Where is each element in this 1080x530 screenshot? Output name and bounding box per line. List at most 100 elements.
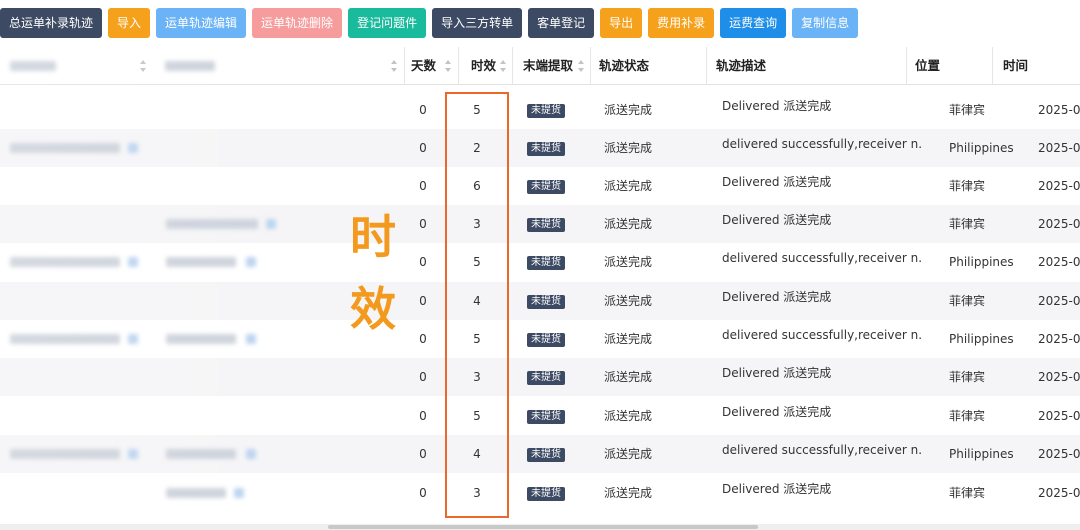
table-row[interactable]: 0 3 未提货 派送完成 Delivered 派送完成 菲律宾 2025-07 bbox=[0, 474, 1080, 512]
limit-cell: 2 bbox=[473, 141, 481, 155]
register-issue-button[interactable]: 登记问题件 bbox=[348, 8, 427, 38]
edit-track-button[interactable]: 运单轨迹编辑 bbox=[156, 8, 247, 38]
status-badge: 未提货 bbox=[527, 447, 565, 462]
time-cell: 2025-07 bbox=[1038, 141, 1080, 155]
days-cell: 0 bbox=[419, 179, 427, 193]
column-header-last-mile-label: 末端提取 bbox=[523, 58, 574, 73]
table-row[interactable]: 0 3 未提货 派送完成 Delivered 派送完成 菲律宾 2025-07 bbox=[0, 205, 1080, 243]
status-badge: 未提货 bbox=[527, 103, 565, 118]
last-mile-cell: 未提货 bbox=[527, 435, 565, 473]
annotation-char-1: 时 bbox=[350, 210, 396, 264]
copy-info-button[interactable]: 复制信息 bbox=[792, 8, 859, 38]
status-cell: 派送完成 bbox=[604, 217, 653, 231]
table-row[interactable]: 0 5 未提货 派送完成 Delivered 派送完成 菲律宾 2025-07 bbox=[0, 397, 1080, 435]
blurred-waybill bbox=[10, 143, 120, 153]
import-button[interactable]: 导入 bbox=[108, 8, 151, 38]
location-cell: 菲律宾 bbox=[949, 409, 986, 423]
last-mile-cell: 未提货 bbox=[527, 282, 565, 320]
sort-icon[interactable] bbox=[578, 60, 584, 72]
time-cell: 2025-07 bbox=[1038, 332, 1080, 346]
horizontal-scrollbar[interactable] bbox=[0, 524, 1080, 530]
blurred-reference-edge bbox=[246, 449, 256, 459]
import-third-party-button[interactable]: 导入三方转单 bbox=[432, 8, 523, 38]
days-cell: 0 bbox=[419, 103, 427, 117]
sort-icon[interactable] bbox=[500, 60, 506, 72]
status-badge: 未提货 bbox=[527, 332, 565, 347]
status-cell: 派送完成 bbox=[604, 255, 653, 269]
column-header-location-label: 位置 bbox=[915, 58, 941, 73]
column-header-description: 轨迹描述 bbox=[706, 47, 906, 85]
blurred-header-reference bbox=[165, 61, 215, 71]
days-cell: 0 bbox=[419, 294, 427, 308]
status-badge: 未提货 bbox=[527, 294, 565, 309]
time-cell: 2025-07 bbox=[1038, 486, 1080, 500]
blurred-reference bbox=[166, 219, 258, 229]
limit-cell: 5 bbox=[473, 409, 481, 423]
sort-icon[interactable] bbox=[445, 60, 451, 72]
status-badge: 未提货 bbox=[527, 217, 565, 232]
days-cell: 0 bbox=[419, 332, 427, 346]
toolbar: 总运单补录轨迹 导入 运单轨迹编辑 运单轨迹删除 登记问题件 导入三方转单 客单… bbox=[0, 8, 859, 38]
time-cell: 2025-08 bbox=[1038, 255, 1080, 269]
column-header-days-label: 天数 bbox=[411, 58, 437, 73]
sort-icon[interactable] bbox=[391, 60, 397, 72]
column-header-status: 轨迹状态 bbox=[590, 47, 706, 85]
customer-register-button[interactable]: 客单登记 bbox=[528, 8, 595, 38]
description-cell: delivered successfully,receiver n... bbox=[722, 251, 922, 265]
location-cell: Philippines bbox=[949, 332, 1014, 346]
waybill-track-supplement-button[interactable]: 总运单补录轨迹 bbox=[0, 8, 103, 38]
export-button[interactable]: 导出 bbox=[600, 8, 643, 38]
location-cell: 菲律宾 bbox=[949, 370, 986, 384]
status-badge: 未提货 bbox=[527, 255, 565, 270]
sort-icon[interactable] bbox=[140, 60, 146, 72]
table-row[interactable]: 0 4 未提货 派送完成 Delivered 派送完成 菲律宾 2025-07 bbox=[0, 282, 1080, 320]
blurred-waybill-edge bbox=[128, 143, 138, 153]
last-mile-cell: 未提货 bbox=[527, 167, 565, 205]
table-row[interactable]: 0 5 未提货 派送完成 delivered successfully,rece… bbox=[0, 320, 1080, 358]
status-badge: 未提货 bbox=[527, 370, 565, 385]
days-cell: 0 bbox=[419, 409, 427, 423]
blurred-waybill bbox=[10, 334, 120, 344]
fee-supplement-button[interactable]: 费用补录 bbox=[648, 8, 715, 38]
location-cell: Philippines bbox=[949, 255, 1014, 269]
time-cell: 2025-07 bbox=[1038, 447, 1080, 461]
blurred-header-waybill bbox=[10, 61, 56, 71]
column-header-time-label: 时间 bbox=[1003, 58, 1029, 73]
table-row[interactable]: 0 6 未提货 派送完成 Delivered 派送完成 菲律宾 2025-07 bbox=[0, 167, 1080, 205]
description-cell: delivered successfully,receiver n... bbox=[722, 328, 922, 342]
scrollbar-thumb[interactable] bbox=[328, 525, 758, 529]
blurred-waybill-edge bbox=[128, 257, 138, 267]
days-cell: 0 bbox=[419, 217, 427, 231]
last-mile-cell: 未提货 bbox=[527, 320, 565, 358]
location-cell: 菲律宾 bbox=[949, 486, 986, 500]
status-badge: 未提货 bbox=[527, 486, 565, 501]
location-cell: Philippines bbox=[949, 447, 1014, 461]
limit-cell: 6 bbox=[473, 179, 481, 193]
delete-track-button[interactable]: 运单轨迹删除 bbox=[252, 8, 343, 38]
table-row[interactable]: 0 5 未提货 派送完成 Delivered 派送完成 菲律宾 2025-07 bbox=[0, 91, 1080, 129]
status-cell: 派送完成 bbox=[604, 447, 653, 461]
column-header-last-mile[interactable]: 末端提取 bbox=[512, 47, 587, 85]
limit-cell: 5 bbox=[473, 332, 481, 346]
table-row[interactable]: 0 3 未提货 派送完成 Delivered 派送完成 菲律宾 2025-07 bbox=[0, 358, 1080, 396]
table-row[interactable]: 0 4 未提货 派送完成 delivered successfully,rece… bbox=[0, 435, 1080, 473]
last-mile-cell: 未提货 bbox=[527, 358, 565, 396]
status-cell: 派送完成 bbox=[604, 179, 653, 193]
last-mile-cell: 未提货 bbox=[527, 243, 565, 281]
limit-cell: 5 bbox=[473, 103, 481, 117]
blurred-reference-edge bbox=[234, 488, 244, 498]
description-cell: Delivered 派送完成 bbox=[722, 175, 832, 189]
days-cell: 0 bbox=[419, 141, 427, 155]
description-cell: Delivered 派送完成 bbox=[722, 99, 832, 113]
limit-cell: 4 bbox=[473, 294, 481, 308]
blurred-reference bbox=[166, 257, 236, 267]
table-row[interactable]: 0 2 未提货 派送完成 delivered successfully,rece… bbox=[0, 129, 1080, 167]
description-cell: Delivered 派送完成 bbox=[722, 366, 832, 380]
table-row[interactable]: 0 5 未提货 派送完成 delivered successfully,rece… bbox=[0, 243, 1080, 281]
description-cell: Delivered 派送完成 bbox=[722, 290, 832, 304]
freight-query-button[interactable]: 运费查询 bbox=[720, 8, 787, 38]
blurred-waybill-edge bbox=[128, 449, 138, 459]
status-cell: 派送完成 bbox=[604, 294, 653, 308]
description-cell: Delivered 派送完成 bbox=[722, 213, 832, 227]
blurred-reference bbox=[166, 449, 236, 459]
